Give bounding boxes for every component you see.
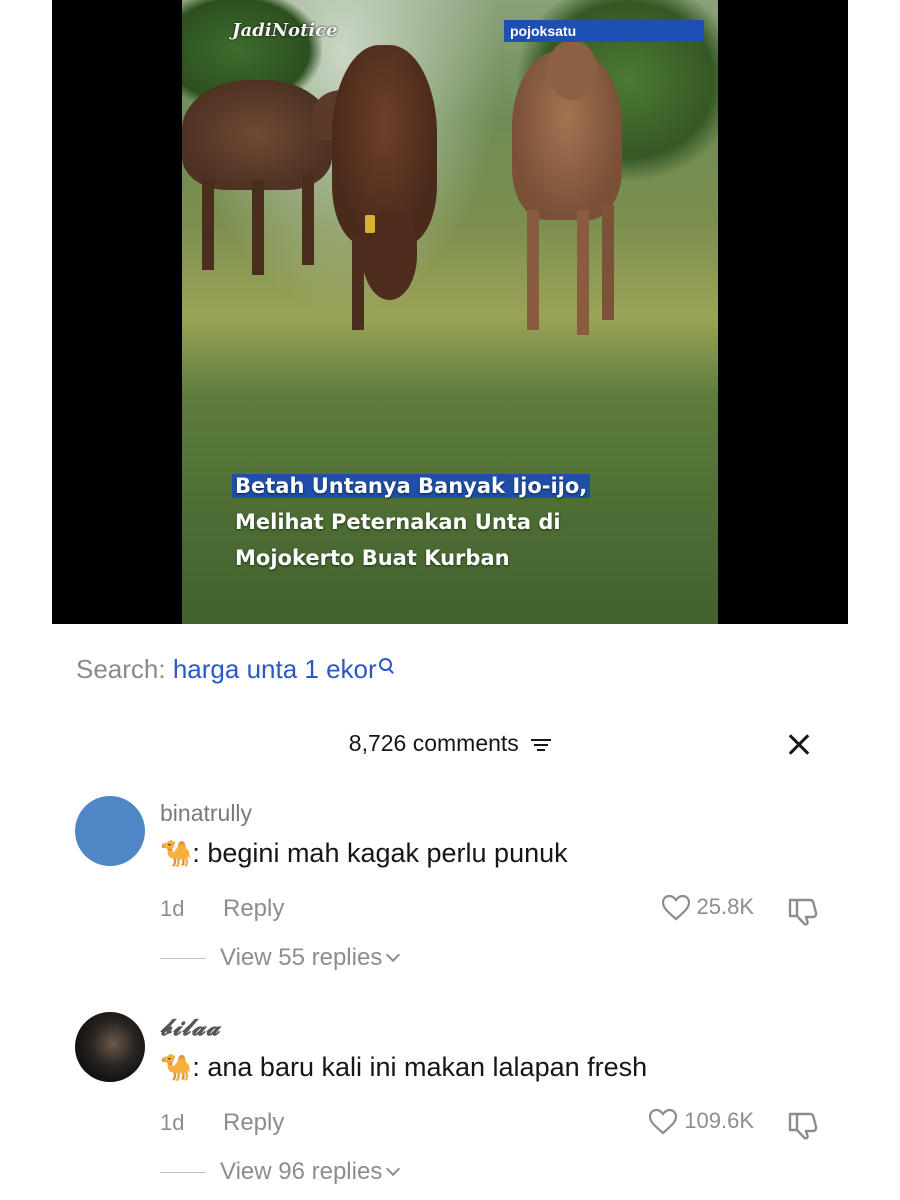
comment-count: 8,726 comments	[348, 730, 519, 756]
like-button[interactable]: 25.8K	[661, 894, 755, 922]
video-caption: Betah Untanya Banyak Ijo-ijo, Melihat Pe…	[232, 468, 591, 576]
camel-leg	[252, 180, 264, 275]
camel-emoji: 🐪	[160, 838, 193, 868]
caption-line: Mojokerto Buat Kurban	[235, 546, 510, 570]
comments-header: 8,726 comments	[0, 730, 900, 757]
search-term-link[interactable]: harga unta 1 ekor	[173, 654, 377, 684]
chevron-down-icon	[386, 947, 401, 963]
reply-button[interactable]: Reply	[223, 895, 284, 923]
view-replies-label: View 96 replies	[220, 1158, 383, 1185]
view-replies-button[interactable]: View 55 replies	[160, 944, 401, 972]
camel-leg	[602, 205, 614, 320]
search-prefix-label: Search:	[76, 654, 166, 684]
comments-sheet: Search: harga unta 1 ekor 8,726 comments…	[0, 624, 900, 1200]
caption-line: Betah Untanya Banyak Ijo-ijo,	[232, 474, 591, 498]
camel-figure	[182, 80, 332, 190]
caption-line: Melihat Peternakan Unta di	[235, 510, 561, 534]
comment-body: 🐪: begini mah kagak perlu punuk	[160, 838, 568, 869]
comment-time: 1d	[160, 896, 185, 921]
ear-tag	[365, 215, 375, 233]
camel-leg	[302, 175, 314, 265]
comment-time: 1d	[160, 1110, 185, 1135]
chevron-down-icon	[386, 1161, 401, 1177]
comment-username[interactable]: 𝓫𝓲𝓵𝓪𝓪	[160, 1014, 221, 1041]
camel-leg	[202, 180, 214, 270]
search-icon	[378, 658, 393, 672]
publisher-logo: pojoksatu	[504, 20, 704, 42]
camel-leg	[527, 210, 539, 330]
camel-leg	[352, 235, 364, 330]
avatar[interactable]	[75, 796, 145, 866]
replies-divider	[160, 958, 206, 960]
avatar[interactable]	[75, 1012, 145, 1082]
comment-username[interactable]: binatrully	[160, 800, 252, 827]
video-frame-image: JadiNotice pojoksatu Betah Untanya Banya…	[182, 0, 718, 660]
camel-figure	[547, 40, 597, 100]
like-count: 25.8K	[696, 894, 755, 919]
close-icon[interactable]	[784, 730, 814, 760]
comment-text: : ana baru kali ini makan lalapan fresh	[192, 1052, 648, 1082]
comment-text: : begini mah kagak perlu punuk	[192, 838, 568, 868]
camel-leg	[577, 210, 589, 335]
like-button[interactable]: 109.6K	[648, 1108, 754, 1136]
heart-icon	[661, 895, 690, 921]
search-suggestion[interactable]: Search: harga unta 1 ekor	[76, 654, 393, 685]
video-player[interactable]: JadiNotice pojoksatu Betah Untanya Banya…	[52, 0, 848, 660]
sort-icon[interactable]	[531, 737, 552, 753]
dislike-icon[interactable]	[786, 896, 820, 926]
comment-body: 🐪: ana baru kali ini makan lalapan fresh	[160, 1052, 647, 1083]
camel-emoji: 🐪	[160, 1052, 193, 1082]
view-replies-button[interactable]: View 96 replies	[160, 1158, 401, 1186]
like-count: 109.6K	[684, 1108, 754, 1133]
reply-button[interactable]: Reply	[223, 1109, 284, 1137]
watermark-logo: JadiNotice	[232, 20, 338, 41]
view-replies-label: View 55 replies	[220, 944, 383, 971]
dislike-icon[interactable]	[786, 1110, 820, 1140]
replies-divider	[160, 1172, 206, 1174]
heart-icon	[649, 1109, 678, 1135]
